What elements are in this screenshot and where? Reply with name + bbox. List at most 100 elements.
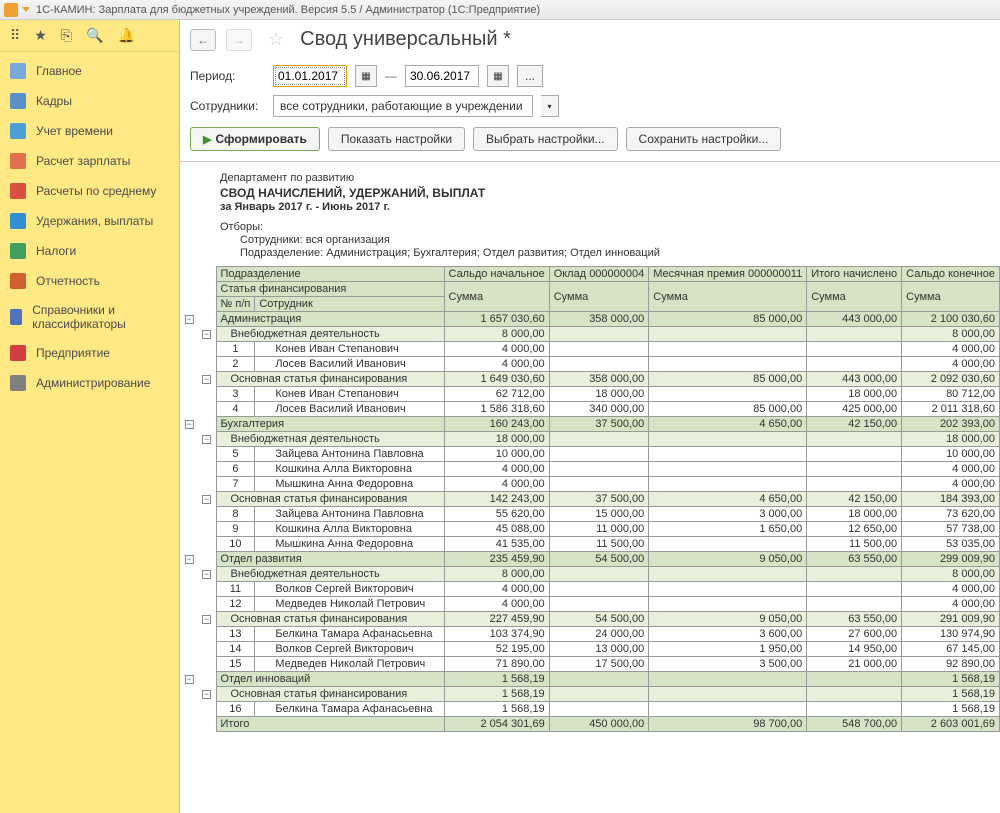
cell-value [807,447,902,462]
form-report-button[interactable]: ▶Сформировать [190,127,320,151]
favorite-toggle-icon[interactable]: ☆ [268,29,284,50]
total-value: 548 700,00 [807,717,902,732]
table-row[interactable]: 2Лосев Василий Иванович4 000,004 000,00 [180,357,1000,372]
cell-value [807,597,902,612]
cell-value: 4 650,00 [649,417,807,432]
table-row[interactable]: 3Конев Иван Степанович62 712,0018 000,00… [180,387,1000,402]
tree-collapse-icon[interactable]: − [202,495,211,504]
filters-label: Отборы: [220,221,990,233]
bell-icon[interactable]: 🔔 [117,27,134,44]
cell-value: 53 035,00 [902,537,1000,552]
table-row[interactable]: −Основная статья финансирования227 459,9… [180,612,1000,627]
cell-value: 184 393,00 [902,492,1000,507]
row-name: Бухгалтерия [216,417,444,432]
table-row[interactable]: 10Мышкина Анна Федоровна41 535,0011 500,… [180,537,1000,552]
table-row[interactable]: 1Конев Иван Степанович4 000,004 000,00 [180,342,1000,357]
period-from-calendar-icon[interactable]: ▦ [355,65,377,87]
tree-collapse-icon[interactable]: − [185,420,194,429]
report-grid: Подразделение Сальдо начальное Оклад 000… [180,266,1000,732]
sidebar-item[interactable]: Учет времени [0,116,179,146]
nav-back-button[interactable]: ← [190,29,216,51]
employees-label: Сотрудники: [190,99,265,113]
report-period: за Январь 2017 г. - Июнь 2017 г. [220,201,990,213]
cell-value: 1 568,19 [444,672,549,687]
table-row[interactable]: 12Медведев Николай Петрович4 000,004 000… [180,597,1000,612]
sidebar-item-icon [10,273,26,289]
tree-collapse-icon[interactable]: − [185,315,194,324]
cell-value: 24 000,00 [549,627,649,642]
history-icon[interactable]: ⎘ [61,27,72,44]
table-row[interactable]: 11Волков Сергей Викторович4 000,004 000,… [180,582,1000,597]
table-row[interactable]: −Бухгалтерия160 243,0037 500,004 650,004… [180,417,1000,432]
cell-value [549,702,649,717]
period-select-button[interactable]: ... [517,65,543,87]
table-row[interactable]: −Внебюджетная деятельность18 000,0018 00… [180,432,1000,447]
choose-settings-button[interactable]: Выбрать настройки... [473,127,617,151]
table-row[interactable]: 6Кошкина Алла Викторовна4 000,004 000,00 [180,462,1000,477]
table-row[interactable]: 13Белкина Тамара Афанасьевна103 374,9024… [180,627,1000,642]
sidebar-item[interactable]: Предприятие [0,338,179,368]
employees-dropdown-icon[interactable]: ▾ [541,95,559,117]
sidebar-item[interactable]: Главное [0,56,179,86]
cell-value: 299 009,90 [902,552,1000,567]
cell-value: 11 000,00 [549,522,649,537]
table-row[interactable]: −Основная статья финансирования1 568,191… [180,687,1000,702]
table-row[interactable]: 9Кошкина Алла Викторовна45 088,0011 000,… [180,522,1000,537]
sidebar-item[interactable]: Справочники и классификаторы [0,296,179,338]
sidebar-item-icon [10,345,26,361]
save-settings-button[interactable]: Сохранить настройки... [626,127,782,151]
search-icon[interactable]: 🔍 [86,27,103,44]
tree-collapse-icon[interactable]: − [202,570,211,579]
sidebar-item-icon [10,375,26,391]
table-row[interactable]: 7Мышкина Анна Федоровна4 000,004 000,00 [180,477,1000,492]
period-from-input[interactable] [273,65,347,87]
favorite-icon[interactable]: ★ [34,27,47,44]
cell-value: 12 650,00 [807,522,902,537]
table-row[interactable]: −Отдел инноваций1 568,191 568,19 [180,672,1000,687]
sidebar-item[interactable]: Кадры [0,86,179,116]
table-row[interactable]: −Администрация1 657 030,60358 000,0085 0… [180,312,1000,327]
sidebar-item[interactable]: Расчеты по среднему [0,176,179,206]
report-title: СВОД НАЧИСЛЕНИЙ, УДЕРЖАНИЙ, ВЫПЛАТ [220,186,990,200]
nav-forward-button[interactable]: → [226,29,252,51]
sidebar-item[interactable]: Расчет зарплаты [0,146,179,176]
period-to-input[interactable] [405,65,479,87]
tree-collapse-icon[interactable]: − [202,690,211,699]
employees-select[interactable]: все сотрудники, работающие в учреждении [273,95,533,117]
table-row[interactable]: 4Лосев Василий Иванович1 586 318,60340 0… [180,402,1000,417]
period-to-calendar-icon[interactable]: ▦ [487,65,509,87]
table-row[interactable]: −Основная статья финансирования1 649 030… [180,372,1000,387]
sidebar-item[interactable]: Отчетность [0,266,179,296]
table-row[interactable]: 14Волков Сергей Викторович52 195,0013 00… [180,642,1000,657]
row-number: 6 [216,462,255,477]
table-row[interactable]: 5Зайцева Антонина Павловна10 000,0010 00… [180,447,1000,462]
table-row[interactable]: 8Зайцева Антонина Павловна55 620,0015 00… [180,507,1000,522]
sidebar-item[interactable]: Налоги [0,236,179,266]
sidebar-item[interactable]: Удержания, выплаты [0,206,179,236]
row-number: 4 [216,402,255,417]
sidebar-item[interactable]: Администрирование [0,368,179,398]
table-row[interactable]: −Внебюджетная деятельность8 000,008 000,… [180,567,1000,582]
tree-collapse-icon[interactable]: − [202,435,211,444]
apps-icon[interactable]: ⠿ [10,27,20,44]
table-row[interactable]: 15Медведев Николай Петрович71 890,0017 5… [180,657,1000,672]
row-name: Зайцева Антонина Павловна [255,507,444,522]
cell-value [549,447,649,462]
cell-value [807,342,902,357]
tree-collapse-icon[interactable]: − [202,615,211,624]
tree-collapse-icon[interactable]: − [202,375,211,384]
table-row[interactable]: −Основная статья финансирования142 243,0… [180,492,1000,507]
cell-value: 2 092 030,60 [902,372,1000,387]
tree-collapse-icon[interactable]: − [202,330,211,339]
sidebar-item-label: Учет времени [36,124,113,138]
tree-collapse-icon[interactable]: − [185,675,194,684]
show-settings-button[interactable]: Показать настройки [328,127,465,151]
row-name: Белкина Тамара Афанасьевна [255,702,444,717]
tree-collapse-icon[interactable]: − [185,555,194,564]
table-row[interactable]: 16Белкина Тамара Афанасьевна1 568,191 56… [180,702,1000,717]
table-row[interactable]: −Внебюджетная деятельность8 000,008 000,… [180,327,1000,342]
app-menu-dropdown-icon[interactable] [22,7,30,12]
table-row[interactable]: −Отдел развития235 459,9054 500,009 050,… [180,552,1000,567]
cell-value: 130 974,90 [902,627,1000,642]
cell-value: 1 568,19 [902,687,1000,702]
